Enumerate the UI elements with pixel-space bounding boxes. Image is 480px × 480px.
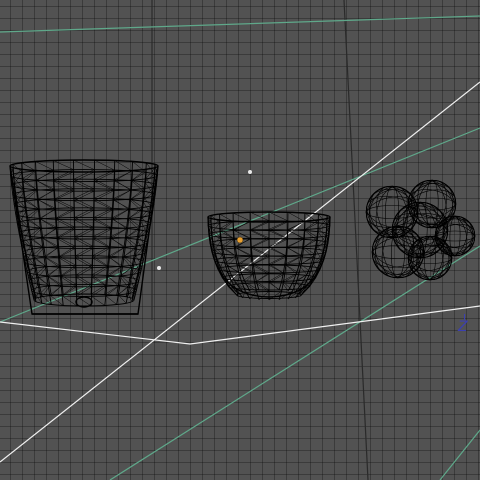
white-guide-line-floor: [0, 305, 480, 345]
vertical-guide-line-right: [343, 0, 369, 480]
green-guide-line-middle: [0, 127, 480, 323]
axis-indicator: Z: [458, 314, 468, 334]
lamp-point[interactable]: [248, 170, 252, 174]
green-guide-line-corner: [439, 429, 480, 480]
green-guide-line-top: [0, 15, 480, 33]
axis-z-label: Z: [458, 319, 468, 335]
lamp-point-small[interactable]: [157, 266, 161, 270]
object-origin-point[interactable]: [236, 236, 244, 244]
tall-cup-wireframe[interactable]: [9, 159, 159, 315]
3d-viewport[interactable]: Z: [0, 0, 480, 480]
bowl-wireframe[interactable]: [207, 211, 331, 301]
lumpy-mesh-wireframe[interactable]: [356, 170, 480, 288]
scene-canvas[interactable]: [0, 0, 480, 480]
